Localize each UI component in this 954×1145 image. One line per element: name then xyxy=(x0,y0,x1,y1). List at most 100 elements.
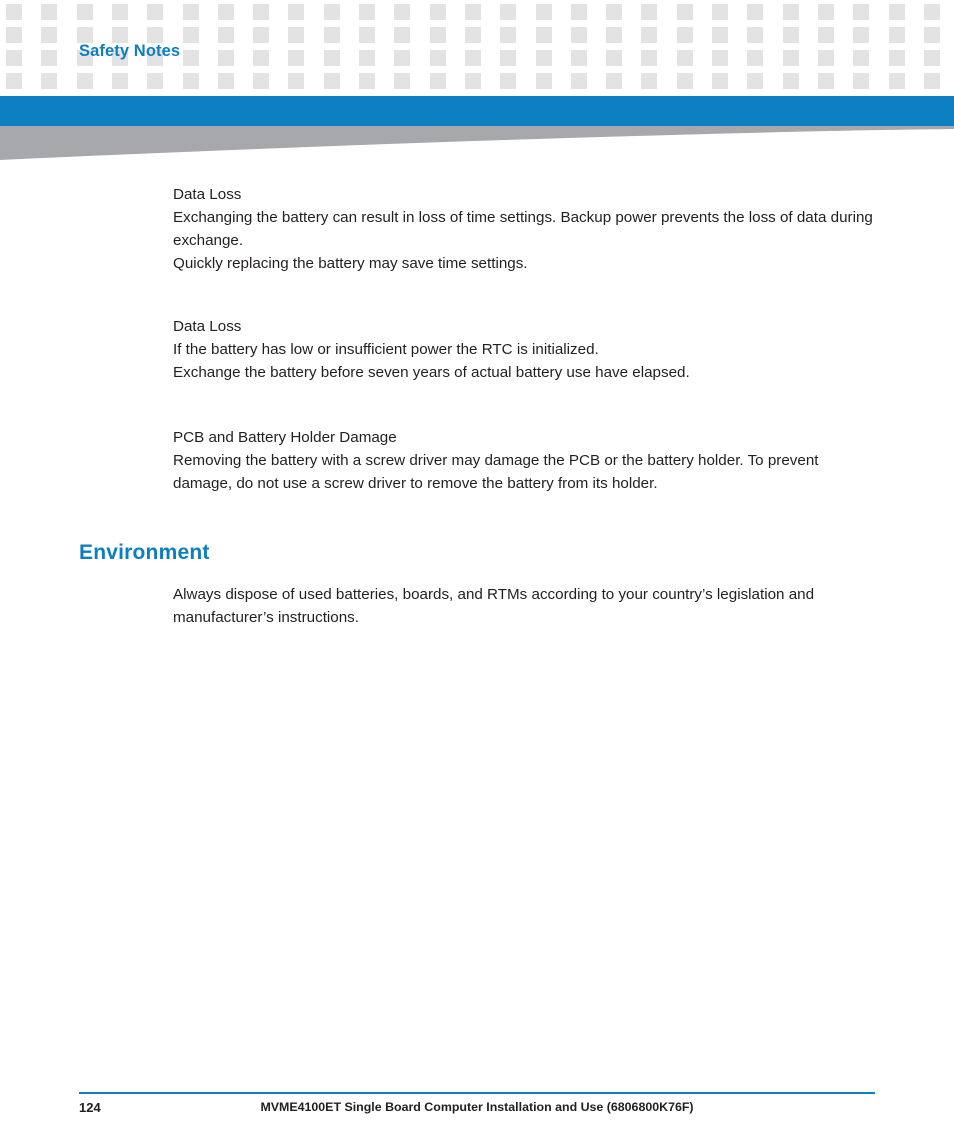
decorative-dot xyxy=(323,27,340,43)
decorative-dot xyxy=(535,50,552,66)
decorative-dot xyxy=(41,27,58,43)
decorative-dot xyxy=(217,27,234,43)
decorative-dot xyxy=(923,27,940,43)
decorative-dot xyxy=(288,4,305,20)
decorative-dot xyxy=(111,27,128,43)
decorative-dot xyxy=(76,73,93,89)
decorative-dot xyxy=(41,73,58,89)
decorative-dot xyxy=(147,27,164,43)
decorative-dot xyxy=(182,4,199,20)
decorative-dot xyxy=(606,50,623,66)
decorative-dot xyxy=(182,50,199,66)
note-block: Data Loss Exchanging the battery can res… xyxy=(173,183,879,275)
decorative-dot xyxy=(76,4,93,20)
decorative-dot xyxy=(464,50,481,66)
decorative-dot xyxy=(817,50,834,66)
decorative-dot xyxy=(147,4,164,20)
decorative-dot xyxy=(253,27,270,43)
decorative-dot xyxy=(288,50,305,66)
decorative-dot xyxy=(853,27,870,43)
decorative-dot xyxy=(253,4,270,20)
decorative-dot xyxy=(41,50,58,66)
decorative-dot xyxy=(394,50,411,66)
decorative-dot xyxy=(676,73,693,89)
decorative-dot xyxy=(782,73,799,89)
decorative-dot xyxy=(712,73,728,89)
decorative-dot xyxy=(676,4,693,20)
decorative-dot xyxy=(570,4,587,20)
decorative-dot xyxy=(712,27,728,43)
decorative-dot xyxy=(747,27,764,43)
decorative-dot xyxy=(500,4,517,20)
note-line: Removing the battery with a screw driver… xyxy=(173,452,819,492)
decorative-dot xyxy=(853,4,870,20)
decorative-dot xyxy=(535,4,552,20)
decorative-dot xyxy=(394,27,411,43)
note-line: Exchange the battery before seven years … xyxy=(173,364,690,381)
decorative-dot xyxy=(606,73,623,89)
footer-document-title: MVME4100ET Single Board Computer Install… xyxy=(260,1100,694,1114)
decorative-dot xyxy=(570,50,587,66)
decorative-dot xyxy=(712,50,728,66)
decorative-dot xyxy=(606,27,623,43)
decorative-dot xyxy=(500,73,517,89)
note-title: PCB and Battery Holder Damage xyxy=(173,429,397,446)
decorative-dot xyxy=(570,73,587,89)
decorative-dot xyxy=(359,27,375,43)
decorative-dot xyxy=(217,73,234,89)
decorative-dot xyxy=(817,73,834,89)
note-block: Data Loss If the battery has low or insu… xyxy=(173,315,879,384)
decorative-dot xyxy=(888,73,905,89)
note-block: PCB and Battery Holder Damage Removing t… xyxy=(173,426,879,495)
note-line: Exchanging the battery can result in los… xyxy=(173,209,873,249)
decorative-dot xyxy=(429,50,446,66)
decorative-dot xyxy=(323,73,340,89)
decorative-dot xyxy=(111,73,128,89)
decorative-dot xyxy=(782,27,799,43)
decorative-dot xyxy=(500,27,517,43)
header-blue-bar xyxy=(0,96,954,126)
decorative-dot xyxy=(888,50,905,66)
decorative-dot xyxy=(76,27,93,43)
decorative-dot xyxy=(747,4,764,20)
decorative-dot xyxy=(429,27,446,43)
decorative-dot xyxy=(782,50,799,66)
decorative-dot xyxy=(888,27,905,43)
decorative-dot xyxy=(817,4,834,20)
decorative-dot xyxy=(500,50,517,66)
decorative-dot xyxy=(217,50,234,66)
decorative-dot xyxy=(359,4,375,20)
decorative-dot xyxy=(641,27,658,43)
header-grey-swoosh xyxy=(0,126,954,160)
decorative-dot xyxy=(853,73,870,89)
note-line: Quickly replacing the battery may save t… xyxy=(173,255,528,272)
decorative-dot xyxy=(747,50,764,66)
decorative-dot xyxy=(888,4,905,20)
decorative-dot xyxy=(782,4,799,20)
decorative-dot xyxy=(570,27,587,43)
decorative-dot xyxy=(676,27,693,43)
decorative-dot xyxy=(323,50,340,66)
decorative-dot xyxy=(641,50,658,66)
note-title: Data Loss xyxy=(173,318,242,335)
decorative-dot xyxy=(147,73,164,89)
decorative-dot xyxy=(464,73,481,89)
decorative-dot xyxy=(6,73,22,89)
decorative-dot xyxy=(253,50,270,66)
decorative-dot xyxy=(923,73,940,89)
decorative-dot xyxy=(429,4,446,20)
decorative-dot xyxy=(359,73,375,89)
decorative-dot xyxy=(535,27,552,43)
decorative-dot xyxy=(464,4,481,20)
decorative-dot xyxy=(464,27,481,43)
decorative-dot xyxy=(111,4,128,20)
decorative-dot xyxy=(359,50,375,66)
decorative-dot xyxy=(323,4,340,20)
decorative-dot xyxy=(217,4,234,20)
decorative-dot xyxy=(394,4,411,20)
running-head: Safety Notes xyxy=(79,42,181,60)
decorative-dot xyxy=(6,4,22,20)
decorative-dot xyxy=(429,73,446,89)
page-title: Environment xyxy=(79,541,210,564)
decorative-dot xyxy=(676,50,693,66)
